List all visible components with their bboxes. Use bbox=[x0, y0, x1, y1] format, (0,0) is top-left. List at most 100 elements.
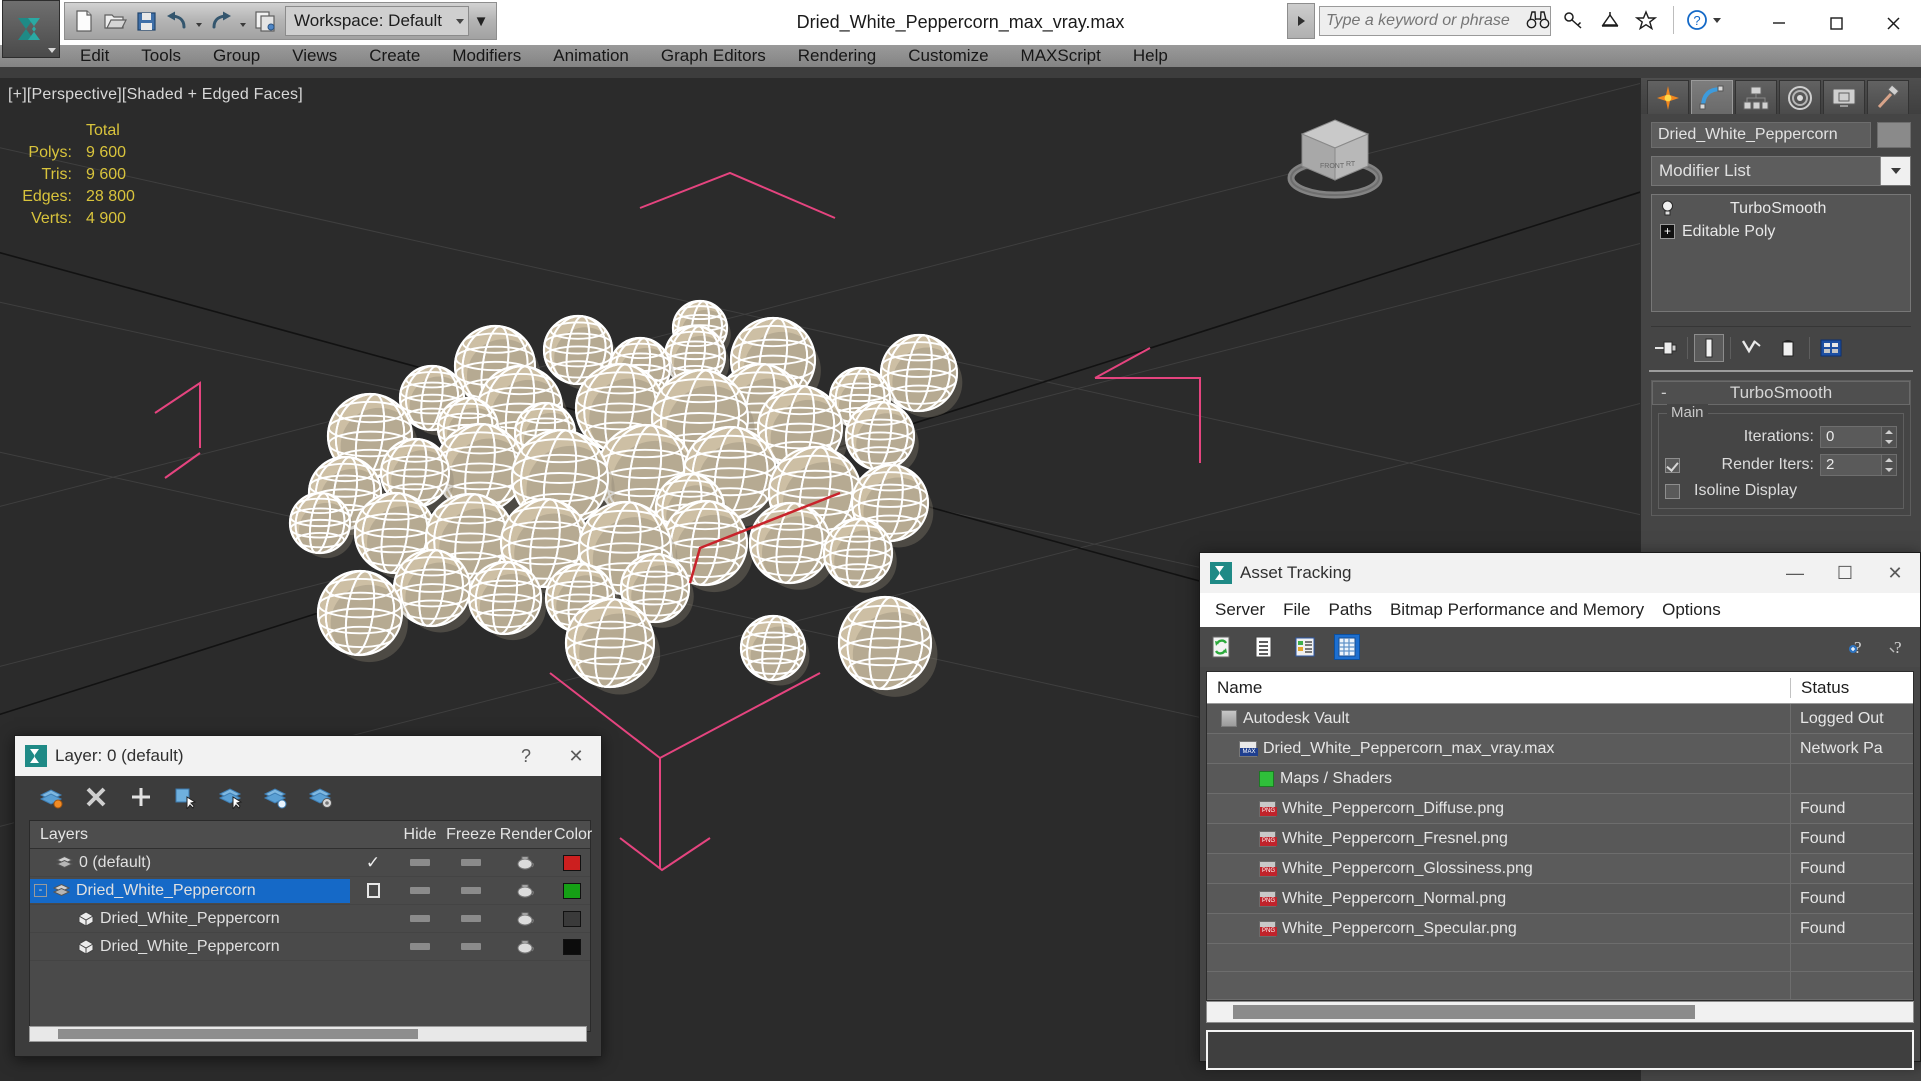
view-cube[interactable]: FRONT RT bbox=[1280, 106, 1390, 206]
create-tab[interactable] bbox=[1647, 80, 1689, 114]
object-name-cell[interactable]: Dried_White_Peppercorn bbox=[30, 935, 350, 959]
iterations-value[interactable]: 0 bbox=[1820, 426, 1882, 448]
object-color-swatch[interactable] bbox=[554, 910, 590, 927]
workspace-selector[interactable]: Workspace: Default bbox=[285, 6, 470, 36]
scrollbar-thumb[interactable] bbox=[58, 1029, 418, 1039]
layer-name-cell[interactable]: - Dried_White_Peppercorn bbox=[30, 878, 350, 903]
grid-table-icon[interactable] bbox=[1334, 634, 1360, 660]
column-name[interactable]: Name bbox=[1207, 677, 1791, 698]
asset-close-button[interactable]: ✕ bbox=[1870, 553, 1920, 593]
asset-menu-options[interactable]: Options bbox=[1653, 600, 1730, 620]
asset-maximize-button[interactable]: ☐ bbox=[1820, 553, 1870, 593]
hide-toggle[interactable] bbox=[396, 915, 444, 922]
hide-toggle[interactable] bbox=[396, 859, 444, 866]
close-button[interactable] bbox=[1864, 0, 1921, 45]
menu-modifiers[interactable]: Modifiers bbox=[436, 45, 537, 67]
help-question-icon[interactable]: ? bbox=[1886, 634, 1912, 660]
configure-sets-icon[interactable] bbox=[1816, 334, 1846, 362]
asset-menu-paths[interactable]: Paths bbox=[1319, 600, 1380, 620]
question-circle-icon[interactable]: ? bbox=[1684, 6, 1710, 34]
new-layer-icon[interactable] bbox=[37, 783, 65, 811]
trash-icon[interactable] bbox=[1773, 334, 1803, 362]
render-iters-value[interactable]: 2 bbox=[1820, 454, 1882, 476]
open-folder-icon[interactable] bbox=[100, 5, 130, 37]
menu-graph-editors[interactable]: Graph Editors bbox=[645, 45, 782, 67]
refresh-icon[interactable] bbox=[1208, 634, 1234, 660]
table-row[interactable]: White_Peppercorn_Fresnel.png Found bbox=[1207, 824, 1913, 854]
menu-edit[interactable]: Edit bbox=[64, 45, 125, 67]
undo-dropdown-caret[interactable] bbox=[193, 5, 205, 37]
list-lines-icon[interactable] bbox=[1250, 634, 1276, 660]
object-color-swatch[interactable] bbox=[1877, 122, 1911, 148]
redo-dropdown-caret[interactable] bbox=[237, 5, 249, 37]
table-row[interactable]: - Dried_White_Peppercorn bbox=[30, 877, 590, 905]
lightbulb-icon[interactable] bbox=[1660, 200, 1675, 217]
menu-views[interactable]: Views bbox=[276, 45, 353, 67]
pin-icon[interactable] bbox=[1651, 334, 1681, 362]
table-row[interactable]: White_Peppercorn_Diffuse.png Found bbox=[1207, 794, 1913, 824]
table-row[interactable]: White_Peppercorn_Specular.png Found bbox=[1207, 914, 1913, 944]
modify-tab[interactable] bbox=[1691, 80, 1733, 114]
render-iters-spinner[interactable]: 2 bbox=[1820, 454, 1897, 476]
project-folder-icon[interactable] bbox=[250, 5, 280, 37]
asset-menu-file[interactable]: File bbox=[1274, 600, 1319, 620]
asset-menu-server[interactable]: Server bbox=[1206, 600, 1274, 620]
rollout-header[interactable]: - TurboSmooth bbox=[1652, 381, 1910, 405]
layer-horizontal-scrollbar[interactable] bbox=[29, 1026, 587, 1042]
floppy-disk-icon[interactable] bbox=[131, 5, 161, 37]
workspace-more-button[interactable]: ▼ bbox=[470, 5, 492, 37]
asset-minimize-button[interactable]: — bbox=[1770, 553, 1820, 593]
make-unique-icon[interactable] bbox=[1737, 334, 1767, 362]
table-row[interactable]: Maps / Shaders bbox=[1207, 764, 1913, 794]
render-toggle[interactable] bbox=[498, 883, 554, 899]
maximize-button[interactable] bbox=[1807, 0, 1864, 45]
isoline-display-checkbox[interactable] bbox=[1665, 483, 1680, 499]
layer-name-cell[interactable]: 0 (default) bbox=[30, 851, 350, 875]
iterations-spin-arrows[interactable] bbox=[1882, 426, 1897, 448]
current-layer-box[interactable] bbox=[350, 883, 396, 898]
table-row[interactable]: White_Peppercorn_Glossiness.png Found bbox=[1207, 854, 1913, 884]
layer-explorer-dialog[interactable]: Layer: 0 (default) ? ✕ Layers Hide Freez… bbox=[14, 735, 602, 1057]
asset-name-cell[interactable]: White_Peppercorn_Fresnel.png bbox=[1207, 824, 1791, 853]
satellite-dish-icon[interactable] bbox=[1597, 6, 1623, 34]
menu-tools[interactable]: Tools bbox=[125, 45, 197, 67]
asset-name-cell[interactable]: White_Peppercorn_Diffuse.png bbox=[1207, 794, 1791, 823]
application-menu-button[interactable] bbox=[2, 0, 60, 58]
utilities-tab[interactable] bbox=[1867, 80, 1909, 114]
help-dropdown-caret[interactable] bbox=[1713, 17, 1721, 23]
menu-group[interactable]: Group bbox=[197, 45, 276, 67]
plus-icon[interactable] bbox=[127, 783, 155, 811]
layer-color-swatch[interactable] bbox=[554, 854, 590, 871]
detail-view-icon[interactable] bbox=[1292, 634, 1318, 660]
asset-menu-bitmap-performance[interactable]: Bitmap Performance and Memory bbox=[1381, 600, 1653, 620]
scrollbar-thumb[interactable] bbox=[1233, 1005, 1695, 1019]
render-toggle[interactable] bbox=[498, 911, 554, 927]
asset-name-cell[interactable]: White_Peppercorn_Glossiness.png bbox=[1207, 854, 1791, 883]
asset-table[interactable]: Name Status Autodesk Vault Logged Out Dr… bbox=[1206, 671, 1914, 1001]
modifier-stack-item-turbosmooth[interactable]: TurboSmooth bbox=[1654, 197, 1908, 220]
table-row[interactable]: Dried_White_Peppercorn bbox=[30, 905, 590, 933]
modifier-stack[interactable]: TurboSmooth + Editable Poly bbox=[1651, 194, 1911, 312]
chevron-down-icon[interactable] bbox=[1880, 157, 1910, 185]
help-plus-icon[interactable]: ? bbox=[1846, 634, 1872, 660]
hide-toggle[interactable] bbox=[396, 887, 444, 894]
menu-customize[interactable]: Customize bbox=[892, 45, 1004, 67]
plus-box-icon[interactable]: + bbox=[1660, 224, 1675, 239]
redo-arrow-icon[interactable] bbox=[206, 5, 236, 37]
collapse-expander-icon[interactable]: - bbox=[34, 884, 47, 897]
freeze-toggle[interactable] bbox=[444, 943, 498, 950]
asset-tracking-dialog[interactable]: Asset Tracking — ☐ ✕ Server File Paths B… bbox=[1199, 552, 1921, 1070]
render-toggle[interactable] bbox=[498, 939, 554, 955]
layer-dialog-close-button[interactable]: ✕ bbox=[551, 736, 601, 776]
object-color-swatch[interactable] bbox=[554, 938, 590, 955]
layer-list[interactable]: Layers Hide Freeze Render Color 0 (defau… bbox=[29, 820, 592, 1032]
asset-name-cell[interactable]: Autodesk Vault bbox=[1207, 704, 1791, 733]
column-status[interactable]: Status bbox=[1791, 678, 1913, 698]
search-input[interactable] bbox=[1319, 6, 1551, 36]
layer-dialog-help-button[interactable]: ? bbox=[501, 736, 551, 776]
highlight-objects-icon[interactable] bbox=[262, 783, 290, 811]
show-end-result-icon[interactable] bbox=[1694, 333, 1724, 362]
star-icon[interactable] bbox=[1633, 6, 1659, 34]
hide-toggle[interactable] bbox=[396, 943, 444, 950]
render-iters-spin-arrows[interactable] bbox=[1882, 454, 1897, 476]
